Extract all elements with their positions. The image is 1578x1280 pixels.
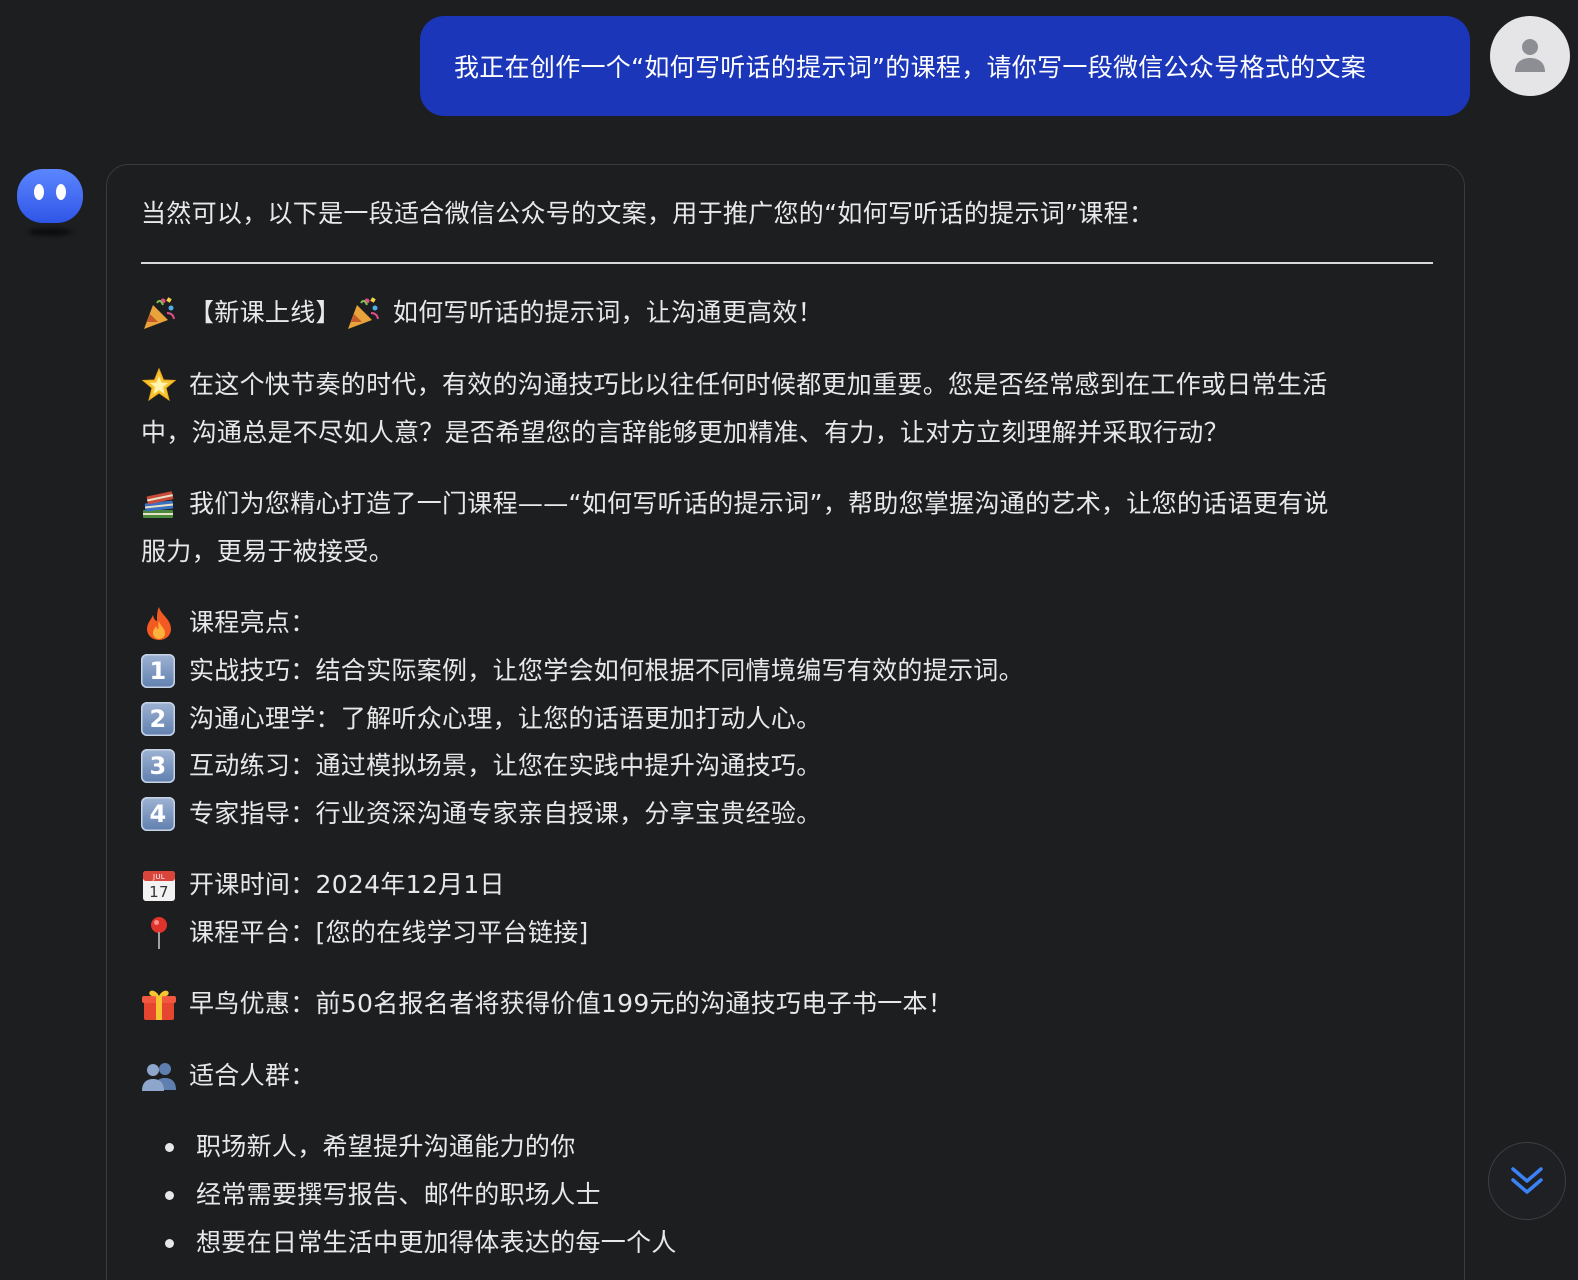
highlight-item: 3 互动练习：通过模拟场景，让您在实践中提升沟通技巧。 xyxy=(141,746,822,786)
audience-item: 职场新人，希望提升沟通能力的你 xyxy=(141,1127,576,1167)
keycap-4-icon: 4 xyxy=(141,797,175,831)
divider xyxy=(141,262,1433,264)
assistant-message-card: 当然可以，以下是一段适合微信公众号的文案，用于推广您的“如何写听话的提示词”课程… xyxy=(106,164,1465,1280)
party-popper-icon xyxy=(345,295,381,331)
bullet-dot xyxy=(165,1142,174,1152)
audience-title-line: 适合人群： xyxy=(141,1056,316,1096)
bot-avatar xyxy=(16,168,84,236)
user-avatar-icon xyxy=(1515,39,1545,72)
keycap-3-icon: 3 xyxy=(141,749,175,783)
party-popper-icon xyxy=(141,295,177,331)
para1-line1: 在这个快节奏的时代，有效的沟通技巧比以往任何时候都更加重要。您是否经常感到在工作… xyxy=(141,365,1328,405)
calendar-month: JUL xyxy=(152,873,165,881)
gift-icon xyxy=(141,986,177,1022)
books-icon xyxy=(141,486,177,522)
para1-line2: 中，沟通总是不尽如人意？是否希望您的言辞能够更加精准、有力，让对方立刻理解并采取… xyxy=(141,418,1229,447)
bullet-dot xyxy=(165,1238,174,1248)
user-message-text: 我正在创作一个“如何写听话的提示词”的课程，请你写一段微信公众号格式的文案 xyxy=(454,53,1367,82)
user-message-bubble[interactable]: 我正在创作一个“如何写听话的提示词”的课程，请你写一段微信公众号格式的文案 xyxy=(420,16,1470,116)
glowing-star-icon xyxy=(141,367,177,403)
audience-item: 想要在日常生活中更加得体表达的每一个人 xyxy=(141,1223,677,1263)
headline-line: 【新课上线】 如何写听话的提示词，让沟通更高效！ xyxy=(141,293,823,333)
user-message-row: 我正在创作一个“如何写听话的提示词”的课程，请你写一段微信公众号格式的文案 xyxy=(420,16,1574,116)
intro-line: 当然可以，以下是一段适合微信公众号的文案，用于推广您的“如何写听话的提示词”课程… xyxy=(141,194,1154,234)
bullet-dot xyxy=(165,1190,174,1200)
platform-line: 课程平台：[您的在线学习平台链接] xyxy=(141,913,589,953)
fire-icon xyxy=(141,605,177,641)
people-icon xyxy=(141,1058,177,1094)
early-bird-line: 早鸟优惠：前50名报名者将获得价值199元的沟通技巧电子书一本！ xyxy=(141,984,953,1024)
bot-avatar-shadow xyxy=(28,228,72,236)
double-chevron-down-icon xyxy=(1511,1167,1543,1194)
bot-avatar-icon xyxy=(17,169,83,223)
headline-tag: 【新课上线】 xyxy=(189,298,341,327)
round-pushpin-icon xyxy=(141,915,177,951)
headline-text: 如何写听话的提示词，让沟通更高效！ xyxy=(392,298,823,327)
highlights-title-line: 课程亮点： xyxy=(141,603,316,643)
keycap-1-icon: 1 xyxy=(141,654,175,688)
audience-item: 经常需要撰写报告、邮件的职场人士 xyxy=(141,1175,601,1215)
highlight-item: 4 专家指导：行业资深沟通专家亲自授课，分享宝贵经验。 xyxy=(141,794,822,834)
keycap-2-icon: 2 xyxy=(141,702,175,736)
start-time-line: JUL 17 开课时间：2024年12月1日 xyxy=(141,865,505,905)
scroll-to-bottom-button[interactable] xyxy=(1488,1142,1566,1220)
chat-page: 我正在创作一个“如何写听话的提示词”的课程，请你写一段微信公众号格式的文案 当然… xyxy=(0,0,1578,1280)
calendar-icon: JUL 17 xyxy=(141,867,177,903)
intro-text: 当然可以，以下是一段适合微信公众号的文案，用于推广您的“如何写听话的提示词”课程… xyxy=(141,199,1155,228)
calendar-day: 17 xyxy=(149,883,169,901)
highlight-item: 2 沟通心理学：了解听众心理，让您的话语更加打动人心。 xyxy=(141,699,822,739)
user-avatar[interactable] xyxy=(1490,16,1570,96)
highlight-item: 1 实战技巧：结合实际案例，让您学会如何根据不同情境编写有效的提示词。 xyxy=(141,651,1024,691)
para2-line2: 服力，更易于被接受。 xyxy=(141,537,395,566)
para2-line1: 我们为您精心打造了一门课程——“如何写听话的提示词”，帮助您掌握沟通的艺术，让您… xyxy=(141,484,1329,524)
